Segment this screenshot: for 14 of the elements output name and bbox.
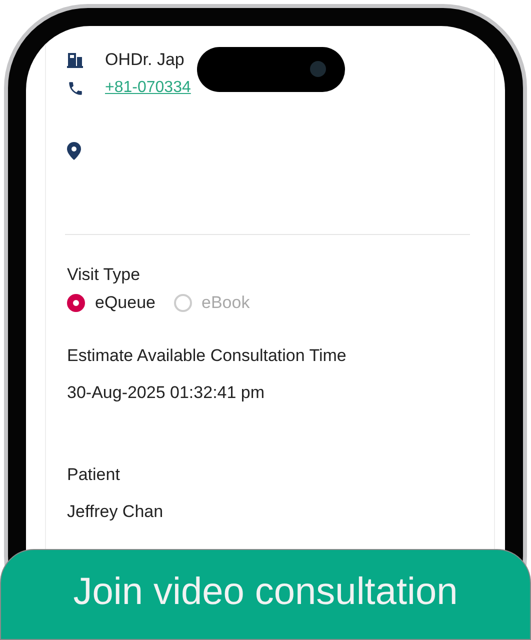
phone-icon	[67, 80, 84, 96]
field-label: Estimate Available Consultation Time	[67, 345, 348, 367]
field-value: Jeffrey Chan	[67, 501, 164, 523]
radio-label[interactable]: eBook	[202, 293, 250, 313]
location-pin-icon	[67, 142, 81, 160]
building-icon	[67, 52, 83, 68]
clinic-name: OHDr. Jap	[105, 50, 184, 70]
join-video-button[interactable]: Join video consultation	[0, 549, 531, 640]
radio-label[interactable]: eQueue	[95, 293, 156, 313]
phone-link[interactable]: +81-070334	[105, 79, 191, 97]
field-value: 30-Aug-2025 01:32:41 pm	[67, 382, 266, 404]
field-label: Patient	[67, 464, 121, 486]
radio-button[interactable]	[67, 294, 85, 312]
field-label: Visit Type	[67, 264, 142, 286]
